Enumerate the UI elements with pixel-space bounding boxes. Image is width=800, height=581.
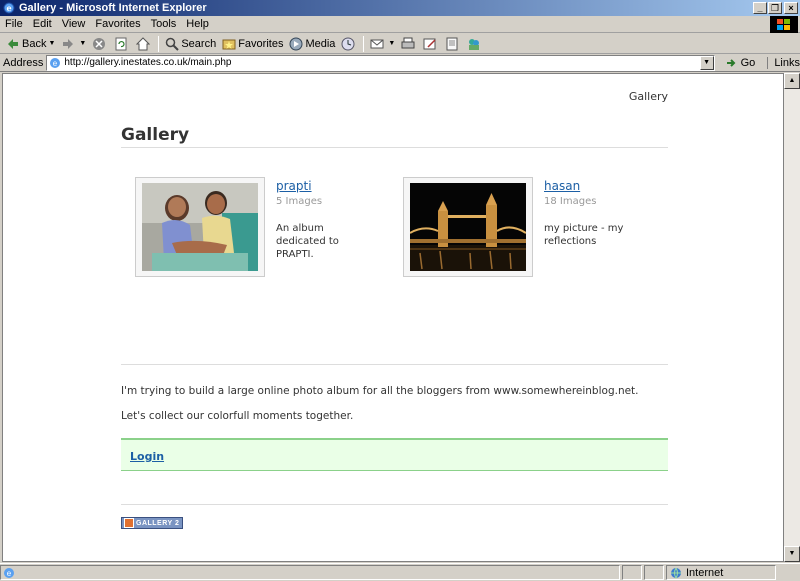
status-bar: e Internet [0, 563, 800, 581]
vertical-scrollbar[interactable]: ▲ ▼ [784, 73, 800, 562]
title-divider [121, 147, 668, 148]
close-button[interactable]: × [784, 2, 798, 14]
tower-bridge-photo [410, 183, 526, 271]
children-photo [142, 183, 258, 271]
breadcrumb[interactable]: Gallery [629, 90, 668, 103]
media-label: Media [305, 37, 336, 50]
menu-favorites[interactable]: Favorites [90, 18, 145, 30]
login-link[interactable]: Login [130, 450, 164, 463]
discuss-icon [446, 37, 458, 50]
address-bar: Address e http://gallery.inestates.co.uk… [0, 54, 800, 72]
toolbar-separator [363, 35, 365, 52]
svg-text:e: e [7, 569, 12, 578]
minimize-button[interactable]: _ [753, 2, 767, 14]
address-dropdown-icon[interactable]: ▼ [699, 55, 714, 70]
refresh-icon [115, 37, 127, 50]
search-icon [166, 37, 180, 51]
album-thumbnail-prapti[interactable] [135, 177, 265, 277]
home-icon [136, 36, 151, 50]
globe-icon [671, 567, 681, 579]
mail-icon [370, 39, 384, 48]
forward-button[interactable]: ▼ [58, 35, 89, 53]
page-content: Gallery Gallery prapti 5 Images An album… [2, 73, 784, 562]
section-divider [121, 364, 668, 365]
menu-bar: File Edit View Favorites Tools Help [0, 16, 800, 33]
page-icon: e [50, 57, 61, 68]
toolbar-separator [158, 35, 160, 52]
zone-label: Internet [686, 566, 724, 579]
go-button[interactable]: Go [725, 56, 756, 70]
stop-icon [93, 37, 106, 50]
title-bar: e Gallery - Microsoft Internet Explorer … [0, 0, 800, 16]
security-zone: Internet [666, 565, 776, 580]
menu-file[interactable]: File [0, 18, 28, 30]
refresh-button[interactable] [111, 35, 133, 53]
page-title: Gallery [121, 125, 190, 145]
svg-text:e: e [6, 3, 11, 13]
gallery-logo-icon [124, 518, 134, 528]
windows-logo-icon [770, 16, 798, 33]
messenger-button[interactable] [464, 35, 486, 53]
album-title-hasan[interactable]: hasan [544, 179, 580, 193]
status-cell [622, 565, 642, 580]
edit-icon [423, 38, 436, 49]
menu-tools[interactable]: Tools [146, 18, 182, 30]
album-description: An album dedicated to PRAPTI. [276, 223, 339, 260]
gallery2-badge[interactable]: GALLERY 2 [121, 517, 183, 529]
page-status-icon: e [4, 567, 14, 578]
media-icon [289, 37, 303, 50]
album-description: my picture - my reflections [544, 223, 624, 247]
back-dropdown-icon[interactable]: ▼ [48, 40, 55, 47]
print-icon [401, 37, 415, 48]
stop-button[interactable] [89, 35, 111, 53]
intro-text: I'm trying to build a large online photo… [121, 385, 639, 397]
history-button[interactable] [338, 35, 360, 53]
menu-help[interactable]: Help [181, 18, 214, 30]
history-icon [341, 37, 355, 50]
toolbar: Back ▼ ▼ Search Favorites Media ▼ [0, 34, 800, 54]
media-button[interactable]: Media [286, 35, 338, 53]
messenger-icon [469, 38, 480, 50]
forward-dropdown-icon[interactable]: ▼ [79, 40, 86, 47]
badge-text: GALLERY 2 [136, 519, 180, 527]
restore-button[interactable]: ❐ [768, 2, 782, 14]
svg-text:e: e [53, 59, 58, 68]
window-title: Gallery - Microsoft Internet Explorer [19, 2, 207, 14]
back-arrow-icon [8, 38, 18, 49]
scroll-down-icon[interactable]: ▼ [784, 546, 800, 562]
footer-divider [121, 504, 668, 505]
forward-arrow-icon [63, 38, 74, 49]
ie-icon: e [3, 2, 15, 14]
menu-edit[interactable]: Edit [28, 18, 57, 30]
search-label: Search [181, 37, 217, 50]
status-main: e [0, 565, 620, 580]
favorites-label: Favorites [238, 37, 284, 50]
discuss-button[interactable] [442, 35, 464, 53]
favorites-icon [222, 39, 236, 49]
favorites-button[interactable]: Favorites [219, 35, 286, 53]
back-label: Back [22, 37, 47, 50]
album-title-prapti[interactable]: prapti [276, 179, 312, 193]
album-thumbnail-hasan[interactable] [403, 177, 533, 277]
search-button[interactable]: Search [162, 35, 219, 53]
login-box: Login [121, 438, 668, 471]
mail-dropdown-icon[interactable]: ▼ [388, 40, 395, 47]
edit-button[interactable] [420, 35, 442, 53]
album-count: 18 Images [544, 196, 597, 207]
album-count: 5 Images [276, 196, 323, 207]
address-url: http://gallery.inestates.co.uk/main.php [64, 57, 232, 68]
mail-button[interactable]: ▼ [367, 35, 398, 53]
go-arrow-icon [726, 58, 736, 67]
scroll-up-icon[interactable]: ▲ [784, 73, 800, 89]
links-button[interactable]: Links [767, 56, 800, 69]
menu-view[interactable]: View [57, 18, 91, 30]
home-button[interactable] [133, 35, 155, 53]
print-button[interactable] [398, 35, 420, 53]
intro-text-2: Let's collect our colorfull moments toge… [121, 410, 354, 422]
address-label: Address [3, 56, 44, 69]
go-label: Go [740, 56, 756, 69]
back-button[interactable]: Back ▼ [3, 35, 58, 53]
status-cell [644, 565, 664, 580]
address-input[interactable]: e http://gallery.inestates.co.uk/main.ph… [46, 54, 715, 71]
